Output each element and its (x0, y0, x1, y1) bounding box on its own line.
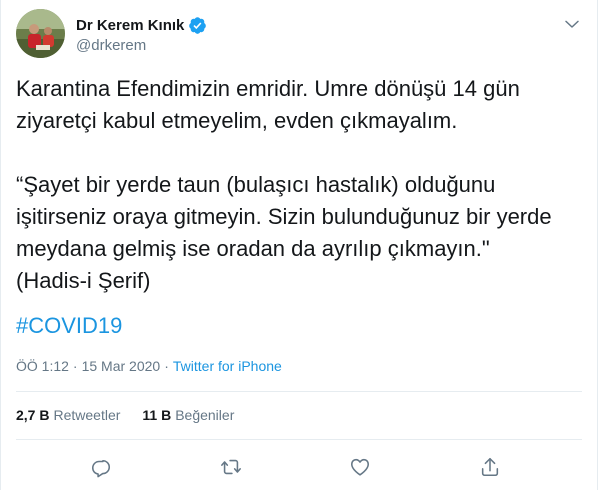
author-handle[interactable]: @drkerem (76, 37, 207, 54)
tweet-text-line: Karantina Efendimizin emridir. Umre dönü… (16, 76, 520, 101)
divider (16, 439, 582, 440)
tweet-card: Dr Kerem Kınık @drkerem Karantina Efendi… (0, 0, 598, 490)
display-name[interactable]: Dr Kerem Kınık (76, 17, 184, 34)
tweet-text-line: meydana gelmiş ise oradan da ayrılıp çık… (16, 236, 490, 261)
tweet-text-line: “Şayet bir yerde taun (bulaşıcı hastalık… (16, 172, 496, 197)
share-icon[interactable] (478, 455, 502, 479)
tweet-source-link[interactable]: Twitter for iPhone (173, 358, 282, 374)
like-icon[interactable] (348, 455, 372, 479)
tweet-text-line: (Hadis-i Şerif) (16, 268, 151, 293)
likes-count: 11 B (142, 407, 172, 423)
hashtag-link[interactable]: #COVID19 (16, 310, 122, 342)
meta-separator: · (72, 358, 78, 374)
chevron-down-icon[interactable] (563, 15, 581, 33)
tweet-meta: ÖÖ 1:12 · 15 Mar 2020 · Twitter for iPho… (16, 358, 282, 374)
avatar[interactable] (16, 9, 65, 58)
tweet-header: Dr Kerem Kınık @drkerem (16, 9, 585, 58)
reply-icon[interactable] (89, 455, 113, 479)
tweet-date[interactable]: 15 Mar 2020 (82, 358, 161, 374)
retweets-count: 2,7 B (16, 407, 50, 423)
meta-separator: · (164, 358, 169, 374)
tweet-actions (16, 455, 582, 479)
likes-label: Beğeniler (175, 407, 235, 423)
likes-stat[interactable]: 11 B Beğeniler (142, 407, 234, 423)
author-names[interactable]: Dr Kerem Kınık @drkerem (76, 15, 207, 54)
tweet-stats: 2,7 B Retweetler 11 B Beğeniler (16, 407, 256, 423)
retweets-label: Retweetler (53, 407, 121, 423)
retweet-icon[interactable] (219, 455, 243, 479)
divider (16, 391, 582, 392)
verified-badge-icon (188, 16, 207, 35)
tweet-time[interactable]: ÖÖ 1:12 (16, 358, 69, 374)
tweet-text-line: işitirseniz oraya gitmeyin. Sizin bulund… (16, 204, 552, 229)
tweet-text: Karantina Efendimizin emridir. Umre dönü… (16, 73, 577, 342)
tweet-text-line: ziyaretçi kabul etmeyelim, evden çıkmaya… (16, 108, 458, 133)
retweets-stat[interactable]: 2,7 B Retweetler (16, 407, 120, 423)
